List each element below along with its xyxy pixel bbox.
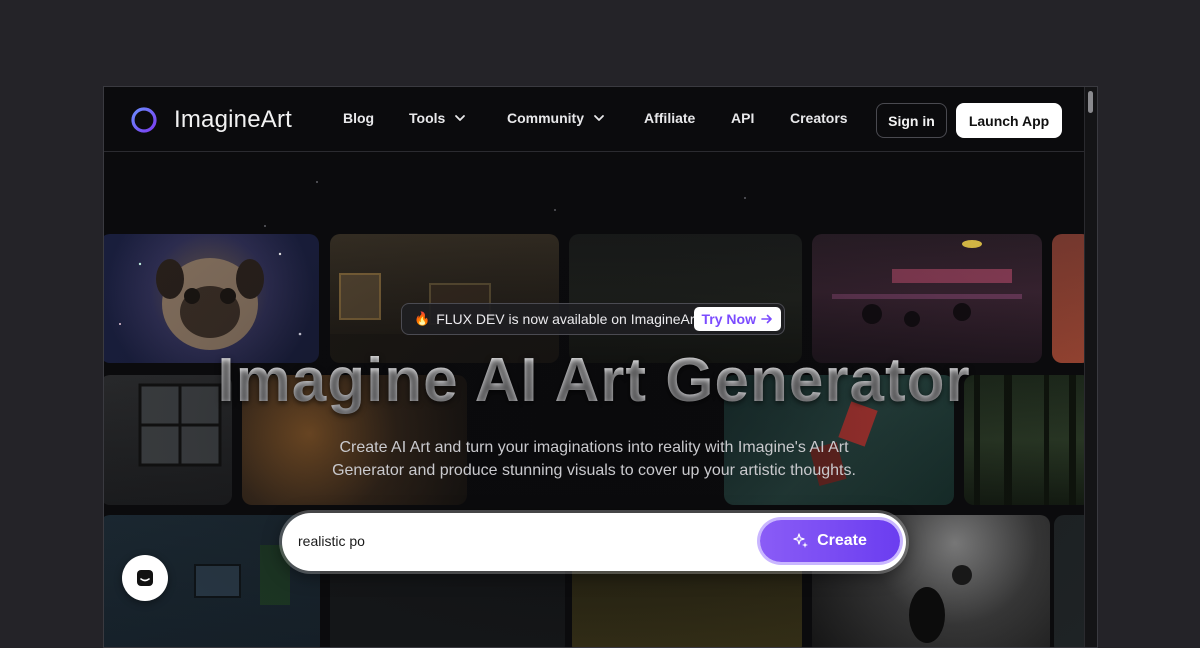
vertical-scrollbar[interactable] [1084, 87, 1097, 647]
try-now-label: Try Now [701, 311, 756, 327]
nav-community-label: Community [507, 110, 584, 126]
launch-app-button[interactable]: Launch App [956, 103, 1062, 138]
nav-tools[interactable]: Tools [409, 110, 467, 126]
announcement-text: FLUX DEV is now available on ImagineArt [436, 311, 699, 327]
top-navbar: ImagineArt Blog Tools Community Affiliat… [104, 87, 1084, 152]
ring-logo-icon[interactable] [130, 106, 158, 134]
chat-icon [137, 570, 153, 586]
create-label: Create [817, 532, 867, 549]
nav-creators-label: Creators [790, 110, 848, 126]
sparkles-icon [793, 533, 809, 548]
prompt-input[interactable] [298, 533, 738, 549]
chat-widget-button[interactable] [122, 555, 168, 601]
try-now-button[interactable]: Try Now [693, 307, 781, 331]
scrollbar-thumb[interactable] [1088, 91, 1093, 113]
announcement-banner: 🔥 FLUX DEV is now available on ImagineAr… [401, 303, 785, 335]
nav-affiliate-label: Affiliate [644, 110, 696, 126]
nav-blog-label: Blog [343, 110, 375, 126]
browser-window: ImagineArt Blog Tools Community Affiliat… [103, 86, 1098, 648]
chevron-down-icon [594, 115, 604, 121]
nav-api-label: API [731, 110, 755, 126]
nav-tools-label: Tools [409, 110, 446, 126]
brand-name[interactable]: ImagineArt [174, 106, 292, 134]
nav-creators[interactable]: Creators [790, 110, 848, 126]
sign-in-button[interactable]: Sign in [876, 103, 947, 138]
hero-title: Imagine AI Art Generator [104, 345, 1084, 416]
create-button[interactable]: Create [760, 520, 900, 562]
chevron-down-icon [455, 115, 466, 121]
hero-subtitle: Create AI Art and turn your imaginations… [332, 439, 856, 479]
page: ImagineArt Blog Tools Community Affiliat… [104, 87, 1084, 647]
prompt-bar: Create [282, 513, 906, 571]
nav-community[interactable]: Community [507, 110, 606, 126]
nav-blog[interactable]: Blog [343, 110, 374, 126]
fire-icon: 🔥 [414, 311, 431, 326]
arrow-right-icon [761, 314, 772, 324]
nav-api[interactable]: API [731, 110, 754, 126]
nav-affiliate[interactable]: Affiliate [644, 110, 695, 126]
